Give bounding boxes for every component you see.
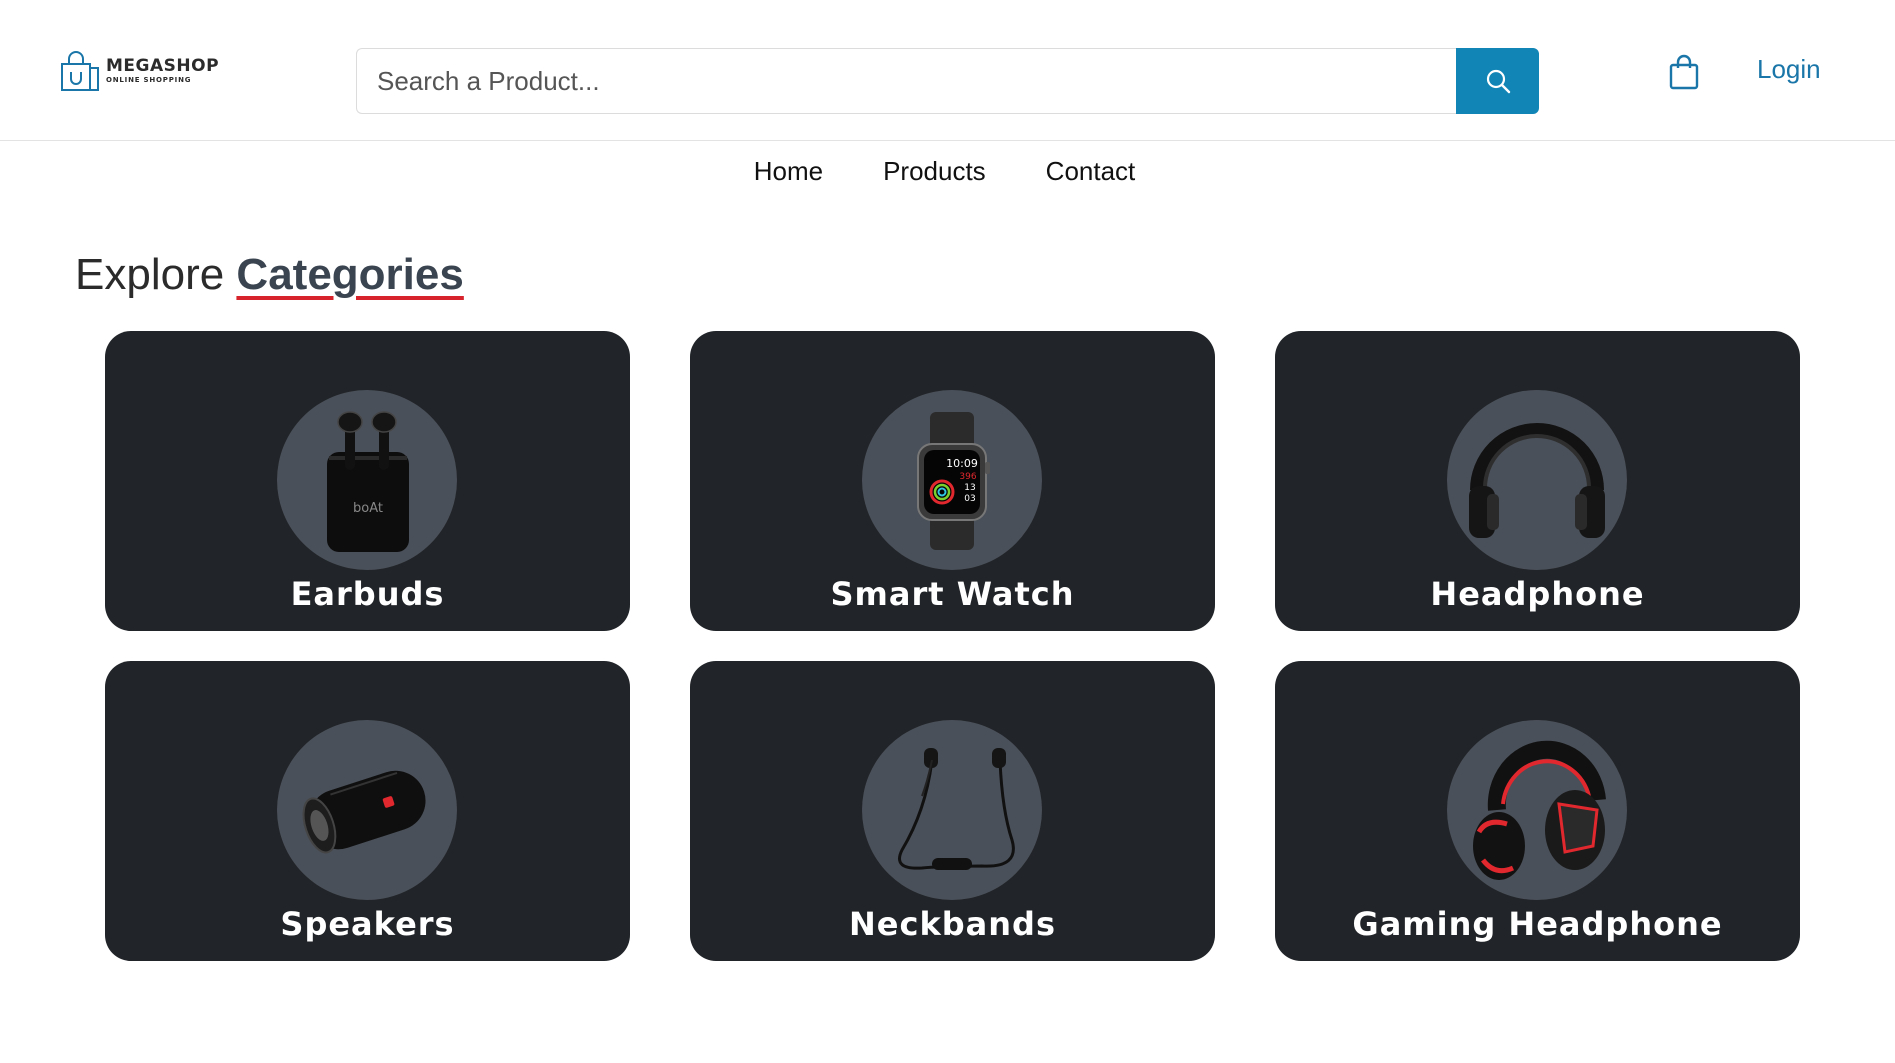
category-card-speakers[interactable]: Speakers <box>105 661 630 961</box>
gaming-headphone-icon <box>1473 740 1606 880</box>
watch-line1: 396 <box>959 472 976 482</box>
category-grid: boAt Earbuds 10:09 396 13 03 Smart Watch… <box>105 331 1800 961</box>
site-logo[interactable]: MEGASHOP ONLINE SHOPPING <box>60 49 219 93</box>
category-card-earbuds[interactable]: boAt Earbuds <box>105 331 630 631</box>
category-image-circle: boAt <box>277 390 457 570</box>
headphone-icon <box>1469 423 1605 538</box>
login-link[interactable]: Login <box>1757 54 1821 85</box>
main-nav: Home Products Contact <box>0 156 1895 187</box>
category-card-neckbands[interactable]: Neckbands <box>690 661 1215 961</box>
svg-text:boAt: boAt <box>353 501 383 516</box>
category-image-circle <box>277 720 457 900</box>
neckband-icon <box>898 748 1015 870</box>
search-button[interactable] <box>1456 48 1539 114</box>
watch-line2: 13 <box>964 483 975 493</box>
category-image-circle <box>1447 720 1627 900</box>
watch-time: 10:09 <box>946 457 978 470</box>
category-card-headphone[interactable]: Headphone <box>1275 331 1800 631</box>
watch-line3: 03 <box>964 494 975 504</box>
search-icon <box>1486 69 1510 94</box>
category-label: Speakers <box>280 905 455 943</box>
nav-item-home[interactable]: Home <box>754 156 823 187</box>
section-title: Explore Categories <box>75 250 464 300</box>
category-image-circle <box>862 720 1042 900</box>
section-title-accent: Categories <box>236 250 464 299</box>
category-label: Neckbands <box>849 905 1056 943</box>
category-label: Smart Watch <box>830 575 1075 613</box>
category-label: Headphone <box>1430 575 1645 613</box>
speaker-icon <box>302 770 426 854</box>
category-card-gaming-headphone[interactable]: Gaming Headphone <box>1275 661 1800 961</box>
category-image-circle: 10:09 396 13 03 <box>862 390 1042 570</box>
nav-item-products[interactable]: Products <box>883 156 986 187</box>
shopping-bag-icon <box>61 51 99 91</box>
search-input[interactable] <box>356 48 1456 114</box>
category-card-smart-watch[interactable]: 10:09 396 13 03 Smart Watch <box>690 331 1215 631</box>
search-bar <box>356 48 1539 114</box>
nav-item-contact[interactable]: Contact <box>1046 156 1136 187</box>
earbuds-icon: boAt <box>327 411 409 552</box>
site-header: MEGASHOP ONLINE SHOPPING Login <box>0 0 1895 141</box>
logo-text: MEGASHOP ONLINE SHOPPING <box>106 58 219 84</box>
category-label: Gaming Headphone <box>1352 905 1723 943</box>
category-label: Earbuds <box>290 575 445 613</box>
logo-subtitle: ONLINE SHOPPING <box>106 76 192 84</box>
category-image-circle <box>1447 390 1627 570</box>
cart-icon[interactable] <box>1668 54 1700 90</box>
section-title-plain: Explore <box>75 250 225 299</box>
smart-watch-icon: 10:09 396 13 03 <box>917 412 990 550</box>
logo-title: MEGASHOP <box>106 56 220 76</box>
